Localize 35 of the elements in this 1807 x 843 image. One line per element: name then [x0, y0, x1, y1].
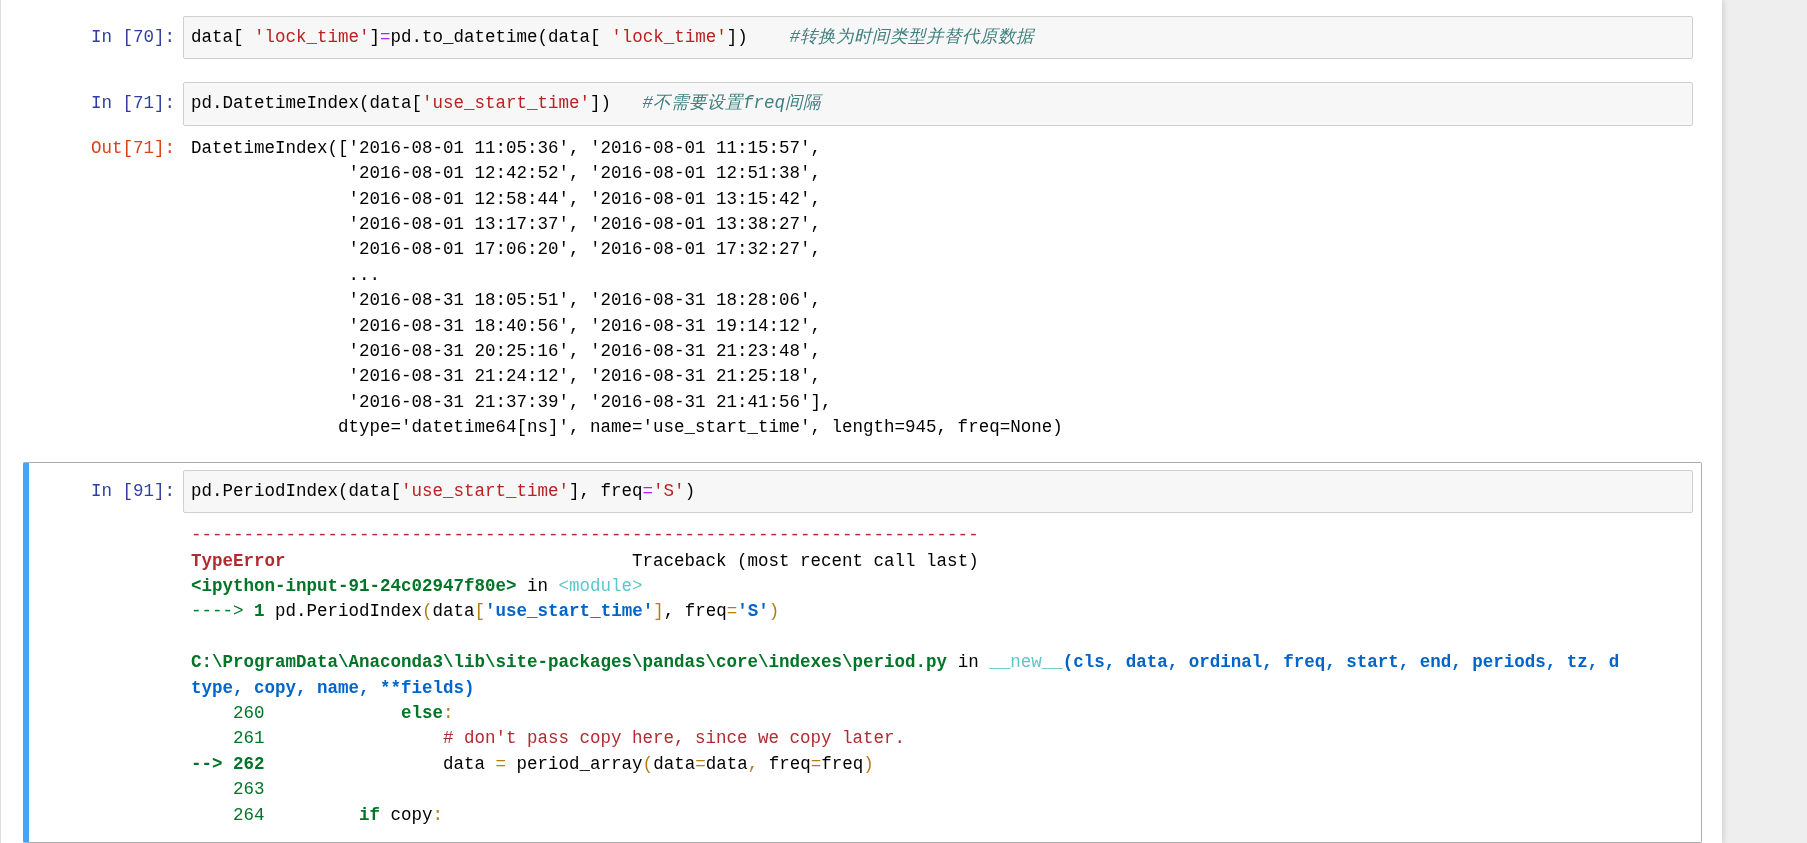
input-prompt: In [70]: [90, 26, 176, 49]
output-line: 261 # don't pass copy here, since we copy later. [232, 727, 907, 751]
notebook-cell[interactable] [23, 461, 1702, 843]
output-line: 260 else: [232, 701, 455, 725]
output-prompt: Out[71]: [90, 136, 176, 160]
output-line: dtype='datetime64[ns]', name='use_start_time', length=945, freq=None) [337, 416, 1064, 440]
output-line: '2016-08-01 17:06:20', '2016-08-01 17:32:27', [347, 238, 823, 262]
code-line: data[ 'lock_time']=pd.to_datetime(data[ 'lock_time']) #转换为时间类型并替代原数据 [191, 26, 1036, 49]
output-line: <ipython-input-91-24c02947f80e> in <module> [191, 574, 644, 598]
code-input[interactable]: pd.DatetimeIndex(data['use_start_time']) #不需要设置freq间隔 [183, 82, 1693, 126]
output-line: 264 if copy: [232, 803, 445, 827]
code-line: pd.DatetimeIndex(data['use_start_time']) #不需要设置freq间隔 [191, 92, 824, 116]
input-prompt: In [71]: [90, 92, 176, 116]
notebook-cell[interactable]: In [70]: data[ 'lock_time']=pd.to_datetime(data[ 'lock_time']) #转换为时间类型并替代原数据 [23, 8, 1702, 69]
output-line: '2016-08-01 13:17:37', '2016-08-01 13:38:27', [347, 213, 823, 237]
output-line: --> 262 data = period_array(data=data, freq=freq) [191, 752, 875, 776]
output-line: --------------------------------------------------------------------------- [191, 524, 980, 548]
output-line: TypeError Traceback (most recent call last) [191, 549, 980, 573]
output-line: '2016-08-01 12:42:52', '2016-08-01 12:51:38', [347, 162, 823, 186]
code-input[interactable]: data[ 'lock_time']=pd.to_datetime(data[ 'lock_time']) #转换为时间类型并替代原数据 [183, 16, 1693, 60]
output-line: C:\ProgramData\Anaconda3\lib\site-packages\pandas\core\indexes\period.py in __new__(cls, data, ordinal, freq, start, end, periods, tz, d [191, 651, 1621, 675]
output-line: '2016-08-31 18:40:56', '2016-08-31 19:14:12', [347, 314, 823, 338]
output-line: DatetimeIndex(['2016-08-01 11:05:36', '2016-08-01 11:15:57', [191, 136, 823, 160]
output-line: 263 [232, 778, 266, 802]
output-line: '2016-08-01 12:58:44', '2016-08-01 13:15:42', [347, 187, 823, 211]
output-line: '2016-08-31 18:05:51', '2016-08-31 18:28:06', [347, 289, 823, 313]
code-input[interactable]: pd.PeriodIndex(data['use_start_time'], freq='S') [183, 469, 1693, 514]
output-line: ... [347, 263, 382, 287]
output-line: '2016-08-31 21:37:39', '2016-08-31 21:41:56'], [347, 390, 833, 414]
output-line: '2016-08-31 21:24:12', '2016-08-31 21:25:18', [347, 365, 823, 389]
output-line: type, copy, name, **fields) [191, 676, 476, 700]
output-line: '2016-08-31 20:25:16', '2016-08-31 21:23:48', [347, 340, 823, 364]
input-prompt: In [91]: [90, 479, 176, 503]
output-line: ----> 1 pd.PeriodIndex(data['use_start_time'], freq='S') [191, 600, 781, 624]
code-line: pd.PeriodIndex(data['use_start_time'], freq='S') [191, 479, 697, 503]
